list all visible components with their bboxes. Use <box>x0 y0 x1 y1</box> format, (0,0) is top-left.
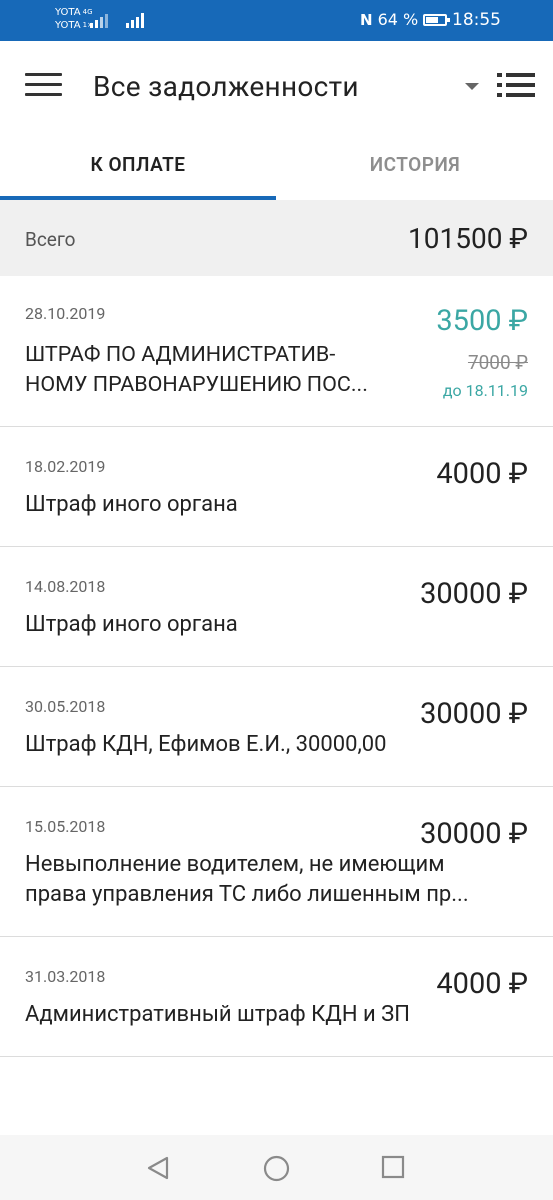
carrier-2: YOTA <box>55 20 81 31</box>
menu-icon[interactable] <box>25 73 62 97</box>
item-amount: 30000 ₽ <box>420 577 528 611</box>
list-item[interactable]: 14.08.2018 Штраф иного органа 30000 ₽ <box>0 547 553 667</box>
recents-square-icon[interactable] <box>381 1155 405 1179</box>
item-amount: 4000 ₽ <box>436 457 528 491</box>
tab-to-pay[interactable]: К ОПЛАТЕ <box>0 129 276 200</box>
item-date: 31.03.2018 <box>25 967 106 986</box>
item-date: 14.08.2018 <box>25 577 106 596</box>
total-value: 101500 ₽ <box>408 222 528 255</box>
item-description-line-1: ШТРАФ ПО АДМИНИСТРАТИВ- <box>25 342 336 367</box>
item-due-date: до 18.11.19 <box>442 381 528 400</box>
signal-icon-2 <box>126 13 144 28</box>
item-amount: 4000 ₽ <box>436 967 528 1001</box>
back-triangle-icon[interactable] <box>145 1155 171 1181</box>
item-description: Штраф иного органа <box>25 612 238 637</box>
total-row: Всего 101500 ₽ <box>0 200 553 276</box>
item-description: ШТРАФ ПО АДМИНИСТРАТИВ- НОМУ ПРАВОНАРУШЕ… <box>25 340 420 400</box>
status-right: N 64 % <box>360 10 451 29</box>
item-date: 18.02.2019 <box>25 457 106 476</box>
nfc-icon: N <box>360 10 373 29</box>
status-time: 18:55 <box>452 10 501 30</box>
list-item[interactable]: 31.03.2018 Административный штраф КДН и … <box>0 937 553 1057</box>
item-description: Штраф КДН, Ефимов Е.И., 30000,00 <box>25 732 387 757</box>
carrier-1: YOTA <box>55 7 81 18</box>
carrier-info: YOTA 4G YOTA 1× <box>55 6 93 32</box>
dropdown-arrow-icon[interactable] <box>465 83 479 90</box>
battery-icon <box>423 13 451 26</box>
status-bar: YOTA 4G YOTA 1× N 64 % 18:55 <box>0 0 553 41</box>
list-item[interactable]: 15.05.2018 Невыполнение водителем, не им… <box>0 787 553 937</box>
item-description: Административный штраф КДН и ЗП <box>25 1002 410 1027</box>
item-description: Невыполнение водителем, не имеющим права… <box>25 850 525 910</box>
tabs: К ОПЛАТЕ ИСТОРИЯ <box>0 129 553 200</box>
item-date: 28.10.2019 <box>25 304 106 323</box>
signal-icon-1 <box>90 14 108 28</box>
item-description-line-2: права управления ТС либо лишенным пр... <box>25 882 469 907</box>
item-amount: 30000 ₽ <box>420 817 528 851</box>
item-amount-discounted: 3500 ₽ <box>436 304 528 338</box>
item-description-line-2: НОМУ ПРАВОНАРУШЕНИЮ ПОС... <box>25 372 368 397</box>
item-description: Штраф иного органа <box>25 492 238 517</box>
battery-percent: 64 % <box>377 10 419 29</box>
item-description-line-1: Невыполнение водителем, не имеющим <box>25 852 445 877</box>
home-circle-icon[interactable] <box>263 1155 290 1182</box>
total-label: Всего <box>25 228 76 251</box>
app-bar: Все задолженности <box>0 41 553 130</box>
list-view-icon[interactable] <box>497 72 535 98</box>
list-item[interactable]: 30.05.2018 Штраф КДН, Ефимов Е.И., 30000… <box>0 667 553 787</box>
system-nav-bar <box>0 1135 553 1200</box>
item-date: 15.05.2018 <box>25 817 106 836</box>
tab-history[interactable]: ИСТОРИЯ <box>277 129 553 200</box>
item-amount-original: 7000 ₽ <box>467 351 528 374</box>
item-date: 30.05.2018 <box>25 697 106 716</box>
page-title: Все задолженности <box>93 70 359 103</box>
list-item[interactable]: 18.02.2019 Штраф иного органа 4000 ₽ <box>0 427 553 547</box>
debts-list: 28.10.2019 ШТРАФ ПО АДМИНИСТРАТИВ- НОМУ … <box>0 276 553 1057</box>
list-item[interactable]: 28.10.2019 ШТРАФ ПО АДМИНИСТРАТИВ- НОМУ … <box>0 276 553 427</box>
item-amount: 30000 ₽ <box>420 697 528 731</box>
